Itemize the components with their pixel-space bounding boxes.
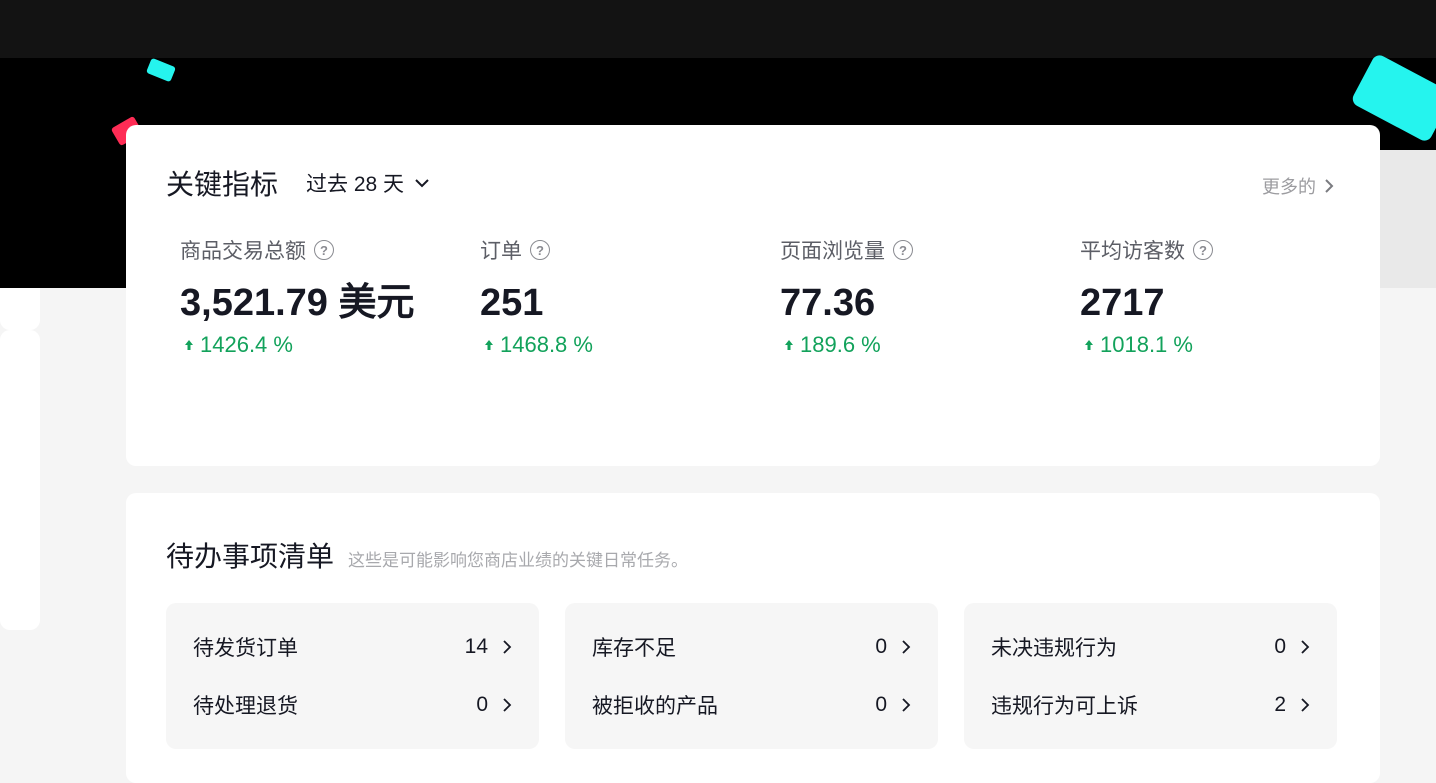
arrow-up-icon [185,340,193,350]
todo-item-label: 未决违规行为 [991,637,1117,660]
metric-label: 平均访客数 [1080,240,1185,263]
help-icon[interactable]: ? [314,240,334,260]
metric-label-row: 订单 ? [480,235,770,265]
todo-item-count: 0 [875,693,887,716]
chevron-right-icon [902,640,911,654]
todo-item-label: 被拒收的产品 [592,695,718,718]
todo-item-label: 库存不足 [592,637,676,660]
todo-item-count: 0 [875,635,887,658]
chevron-right-icon [1301,698,1310,712]
metric-change: 189.6 % [780,332,1070,358]
todo-group-products: 库存不足 0 被拒收的产品 0 [565,603,938,749]
chevron-right-icon [503,698,512,712]
todo-header: 待办事项清单 这些是可能影响您商店业绩的关键日常任务。 [166,535,688,575]
metric-change: 1018.1 % [1080,332,1370,358]
todo-item-count: 0 [476,693,488,716]
todo-item-count-wrap: 2 [1274,693,1310,717]
key-metrics-card: 关键指标 过去 28 天 更多的 商品交易总额 ? 3,521.79 美元 14… [126,125,1380,466]
chevron-right-icon [503,640,512,654]
metric-page-views[interactable]: 页面浏览量 ? 77.36 189.6 % [780,235,1070,358]
chevron-right-icon [1325,179,1334,193]
metric-change-value: 1018.1 % [1100,332,1193,357]
arrow-up-icon [1085,340,1093,350]
metric-change-value: 1426.4 % [200,332,293,357]
todo-item-label: 违规行为可上诉 [991,695,1138,718]
todo-item-pending-violations[interactable]: 未决违规行为 0 [991,632,1310,662]
metric-label: 订单 [480,240,522,263]
metric-change-value: 189.6 % [800,332,881,357]
key-metrics-header: 关键指标 过去 28 天 [166,163,430,203]
metric-orders[interactable]: 订单 ? 251 1468.8 % [480,235,770,358]
todo-item-count-wrap: 0 [1274,635,1310,659]
metric-label-row: 平均访客数 ? [1080,235,1370,265]
date-range-label: 过去 28 天 [306,173,405,196]
chevron-down-icon [415,179,429,188]
todo-item-count-wrap: 0 [875,635,911,659]
todo-group-violations: 未决违规行为 0 违规行为可上诉 2 [964,603,1337,749]
help-icon[interactable]: ? [893,240,913,260]
chevron-right-icon [902,698,911,712]
side-card [0,330,40,630]
todo-item-rejected-products[interactable]: 被拒收的产品 0 [592,690,911,720]
todo-title: 待办事项清单 [166,541,335,572]
help-icon[interactable]: ? [530,240,550,260]
metric-value: 77.36 [780,282,876,324]
arrow-up-icon [485,340,493,350]
todo-item-appealable-violations[interactable]: 违规行为可上诉 2 [991,690,1310,720]
todo-item-label: 待发货订单 [193,637,298,660]
banner-side-panel [1380,150,1436,288]
metric-change-value: 1468.8 % [500,332,593,357]
key-metrics-title: 关键指标 [166,169,279,200]
metric-label-row: 页面浏览量 ? [780,235,1070,265]
metric-label: 页面浏览量 [780,240,885,263]
todo-item-count: 2 [1274,693,1286,716]
todo-item-label: 待处理退货 [193,695,298,718]
todo-item-count-wrap: 0 [476,693,512,717]
todo-item-count: 0 [1274,635,1286,658]
todo-item-low-stock[interactable]: 库存不足 0 [592,632,911,662]
todo-item-count-wrap: 0 [875,693,911,717]
todo-item-pending-shipment[interactable]: 待发货订单 14 [193,632,512,662]
metric-gmv[interactable]: 商品交易总额 ? 3,521.79 美元 1426.4 % [180,235,470,358]
metric-value: 3,521.79 美元 [180,282,415,324]
metric-change: 1426.4 % [180,332,470,358]
top-navigation-bar [0,0,1436,58]
more-link[interactable]: 更多的 [1262,173,1334,199]
metric-value: 251 [480,282,544,324]
date-range-dropdown[interactable]: 过去 28 天 [306,168,430,198]
metric-value: 2717 [1080,282,1165,324]
todo-card: 待办事项清单 这些是可能影响您商店业绩的关键日常任务。 待发货订单 14 待处理… [126,493,1380,783]
metric-label: 商品交易总额 [180,240,306,263]
todo-subtitle: 这些是可能影响您商店业绩的关键日常任务。 [348,551,689,570]
todo-group-orders: 待发货订单 14 待处理退货 0 [166,603,539,749]
metric-avg-visitors[interactable]: 平均访客数 ? 2717 1018.1 % [1080,235,1370,358]
arrow-up-icon [785,340,793,350]
chevron-right-icon [1301,640,1310,654]
todo-item-count: 14 [464,635,488,658]
metric-label-row: 商品交易总额 ? [180,235,470,265]
metric-change: 1468.8 % [480,332,770,358]
todo-item-count-wrap: 14 [465,635,512,659]
help-icon[interactable]: ? [1193,240,1213,260]
todo-item-pending-returns[interactable]: 待处理退货 0 [193,690,512,720]
more-label: 更多的 [1262,177,1316,197]
